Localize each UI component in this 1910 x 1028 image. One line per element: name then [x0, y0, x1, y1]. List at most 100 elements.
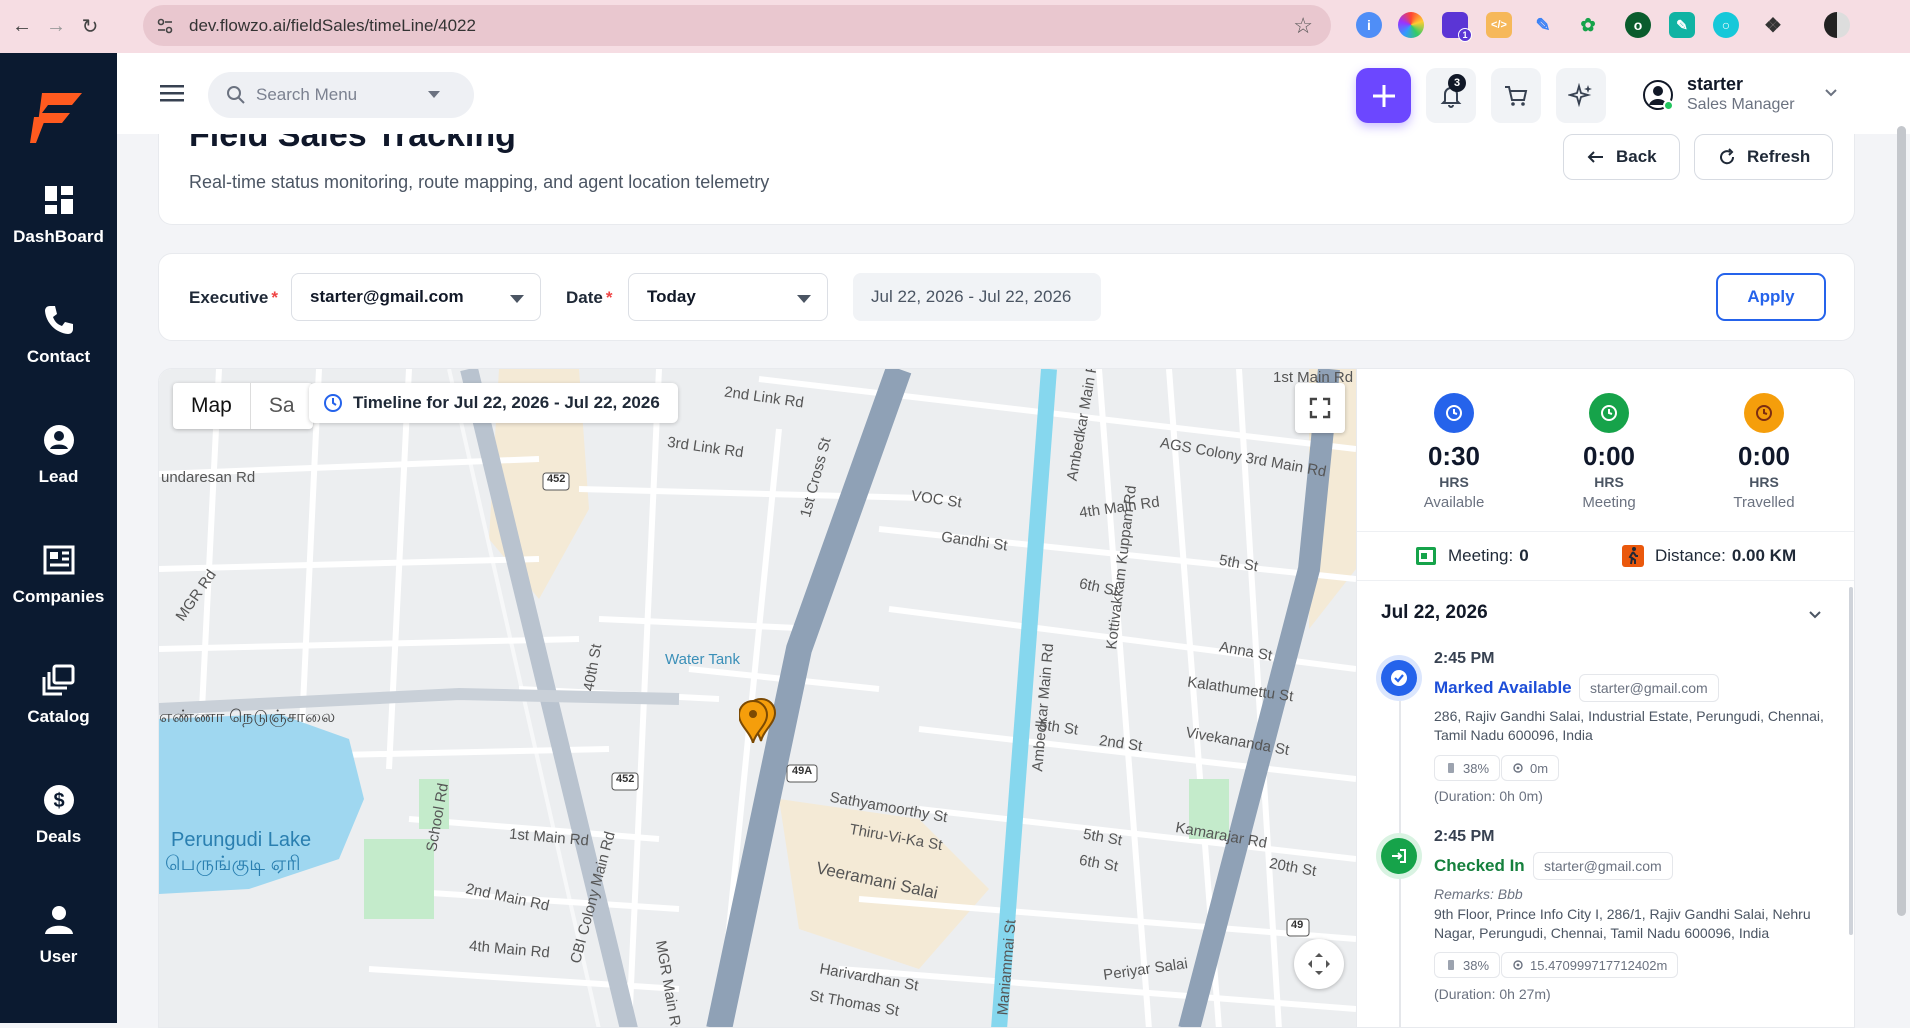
entry-time: 2:45 PM	[1434, 650, 1495, 667]
meeting-value: 0	[1519, 546, 1529, 565]
extension-lighthouse-icon[interactable]: i	[1356, 12, 1382, 38]
browser-toolbar: ← → ↻ dev.flowzo.ai/fieldSales/timeLine/…	[0, 0, 1910, 53]
timeline-date-header[interactable]: Jul 22, 2026	[1381, 602, 1488, 624]
hamburger-menu-icon[interactable]	[160, 83, 184, 103]
user-circle-icon	[43, 425, 74, 455]
date-select[interactable]: Today	[628, 273, 828, 321]
battery-icon	[1448, 960, 1454, 970]
notifications-button[interactable]: 3	[1426, 68, 1476, 123]
sidebar-item-catalog[interactable]: Catalog	[0, 645, 117, 745]
sidebar-item-dashboard[interactable]: DashBoard	[0, 165, 117, 265]
route-shield: 452	[616, 773, 635, 785]
sidebar-item-lead[interactable]: Lead	[0, 405, 117, 505]
distance-label: Distance:	[1655, 546, 1726, 565]
entry-duration: (Duration: 0h 27m)	[1434, 986, 1551, 1002]
entry-address: 9th Floor, Prince Info City I, 286/1, Ra…	[1434, 906, 1811, 941]
entry-email-chip: starter@gmail.com	[1579, 674, 1719, 702]
meeting-label: Meeting:	[1448, 546, 1514, 565]
target-icon	[1513, 763, 1523, 773]
fullscreen-button[interactable]	[1295, 383, 1345, 433]
back-button-label: Back	[1616, 147, 1657, 166]
svg-text:$: $	[53, 790, 64, 812]
page-subtitle: Real-time status monitoring, route mappi…	[189, 172, 770, 192]
extension-target-icon[interactable]: ○	[1713, 12, 1739, 38]
forward-arrow-icon[interactable]: →	[44, 15, 68, 39]
extension-pen-icon[interactable]: ✎	[1530, 12, 1556, 38]
sidebar-item-label: Contact	[26, 347, 91, 366]
extension-colorwheel-icon[interactable]	[1398, 12, 1424, 38]
site-info-icon[interactable]	[155, 16, 175, 36]
extension-leaf-icon[interactable]: ✿	[1575, 12, 1601, 38]
flowzo-logo-icon[interactable]	[28, 89, 84, 147]
timeline-range-chip: Timeline for Jul 22, 2026 - Jul 22, 2026	[309, 383, 678, 423]
sparkle-icon	[1568, 82, 1592, 107]
entry-address: 286, Rajiv Gandhi Salai, Industrial Esta…	[1434, 708, 1824, 743]
cart-icon	[1505, 85, 1528, 106]
route-shield: 49	[1291, 919, 1304, 931]
entry-status: Marked Available	[1434, 678, 1572, 697]
extension-chat-icon[interactable]: ✎	[1669, 12, 1695, 38]
phone-icon	[44, 306, 73, 334]
extension-badge: 1	[1458, 28, 1472, 42]
search-menu-input[interactable]: Search Menu	[208, 72, 474, 118]
reload-icon[interactable]: ↻	[78, 15, 102, 39]
target-icon	[1513, 960, 1523, 970]
user-menu[interactable]: starter Sales Manager	[1643, 70, 1903, 120]
add-button[interactable]	[1356, 68, 1411, 123]
profile-avatar-icon[interactable]	[1824, 12, 1850, 38]
stat-unit: HRS	[1439, 474, 1469, 490]
distance-value: 0.00 KM	[1731, 546, 1797, 565]
address-bar[interactable]: dev.flowzo.ai/fieldSales/timeLine/4022 ☆	[143, 5, 1331, 46]
stat-value: 0:30	[1427, 441, 1481, 471]
cart-button[interactable]	[1491, 68, 1541, 123]
chevron-down-icon	[797, 295, 811, 303]
user-name: starter	[1687, 74, 1744, 94]
check-circle-icon	[1381, 660, 1417, 696]
page-scrollbar[interactable]	[1897, 126, 1906, 916]
sidebar-item-label: Companies	[12, 587, 105, 606]
entry-duration: (Duration: 0h 0m)	[1434, 788, 1543, 804]
accuracy-value: 15.470999717712402m	[1530, 957, 1668, 973]
check-in-icon	[1381, 838, 1417, 874]
date-range-field[interactable]: Jul 22, 2026 - Jul 22, 2026	[853, 273, 1101, 321]
sidebar-item-user[interactable]: User	[0, 885, 117, 985]
online-status-dot	[1663, 100, 1674, 111]
back-arrow-icon[interactable]: ←	[10, 15, 34, 39]
map-tab-map[interactable]: Map	[173, 383, 250, 429]
extensions-puzzle-icon[interactable]: ❖	[1760, 12, 1786, 38]
extension-ring-icon[interactable]: o	[1625, 12, 1651, 38]
battery-icon	[1448, 763, 1454, 773]
tracking-panel: 452 452 49A 49 2nd Link Rd 3rd Link Rd u…	[158, 368, 1855, 1028]
back-button[interactable]: Back	[1563, 134, 1680, 180]
map-label: Water Tank	[665, 651, 741, 668]
battery-value: 38%	[1463, 760, 1490, 776]
map-tab-satellite[interactable]: Sa	[249, 383, 313, 429]
extension-shapes-icon[interactable]: 1	[1442, 12, 1472, 42]
location-pin-icon[interactable]	[739, 697, 777, 743]
stat-value: 0:00	[1582, 441, 1636, 471]
battery-value: 38%	[1463, 957, 1490, 973]
sidebar-item-contact[interactable]: Contact	[0, 285, 117, 385]
date-select-value: Today	[647, 287, 696, 306]
lake-label: Perungudi Lake	[171, 829, 312, 851]
move-arrows-icon	[1308, 953, 1330, 975]
chevron-down-icon[interactable]	[1806, 605, 1824, 623]
entry-remarks: Remarks: Bbb	[1434, 886, 1523, 902]
clock-icon	[1589, 393, 1629, 433]
extension-code-icon[interactable]: </>	[1486, 12, 1512, 38]
bookmark-star-icon[interactable]: ☆	[1293, 13, 1313, 39]
apply-button[interactable]: Apply	[1716, 273, 1826, 321]
sidebar-item-companies[interactable]: Companies	[0, 525, 117, 625]
timeline-scrollbar[interactable]	[1849, 587, 1853, 935]
sidebar-item-deals[interactable]: $ Deals	[0, 765, 117, 865]
chevron-down-icon	[1825, 89, 1837, 97]
dollar-icon: $	[43, 785, 74, 815]
refresh-button[interactable]: Refresh	[1694, 134, 1834, 180]
map-view[interactable]: 452 452 49A 49 2nd Link Rd 3rd Link Rd u…	[159, 369, 1356, 1027]
ai-sparkle-button[interactable]	[1556, 68, 1606, 123]
map-label: undaresan Rd	[161, 469, 256, 486]
executive-select[interactable]: starter@gmail.com	[291, 273, 541, 321]
refresh-button-label: Refresh	[1747, 147, 1811, 166]
entry-email-chip: starter@gmail.com	[1533, 852, 1673, 880]
map-pan-control[interactable]	[1294, 939, 1344, 989]
